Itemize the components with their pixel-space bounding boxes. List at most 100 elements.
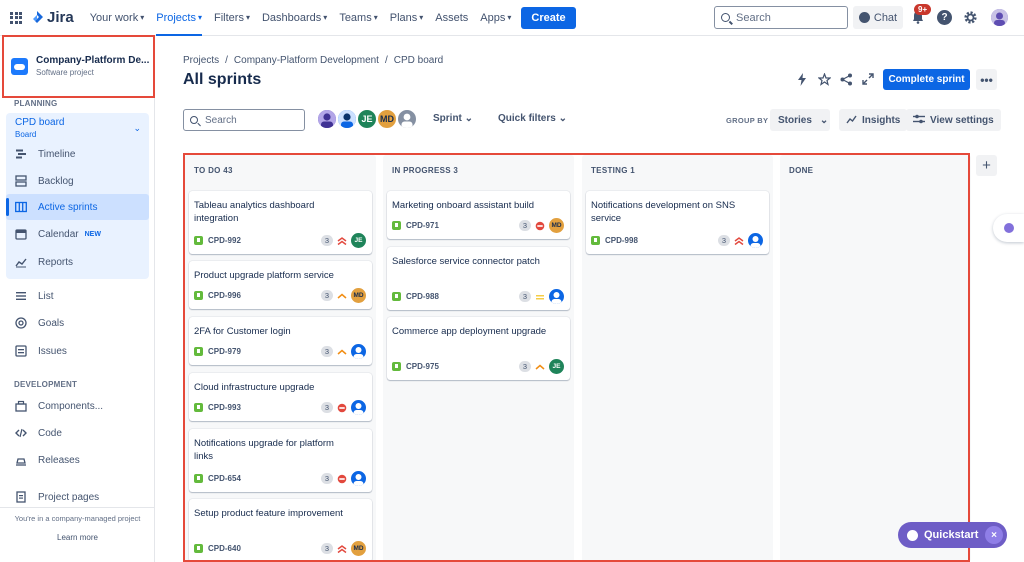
assignee-avatar[interactable]: MD bbox=[549, 218, 564, 233]
expand-icon[interactable] bbox=[861, 72, 875, 86]
insights-button[interactable]: Insights bbox=[839, 109, 908, 131]
chevron-down-icon[interactable]: ⌄ bbox=[133, 123, 141, 134]
board-search-input[interactable]: Search bbox=[183, 109, 305, 131]
issue-card[interactable]: Notifications upgrade for platform links… bbox=[189, 429, 372, 492]
issue-key[interactable]: CPD-654 bbox=[208, 474, 241, 483]
issue-key[interactable]: CPD-975 bbox=[406, 362, 439, 371]
assignee-avatar-icon[interactable] bbox=[748, 233, 763, 248]
assignee-avatar[interactable]: JE bbox=[351, 233, 366, 248]
issue-title: Tableau analytics dashboard integration bbox=[194, 200, 315, 224]
nav-teams[interactable]: Teams ▾ bbox=[339, 0, 377, 36]
sidebar-item-reports[interactable]: Reports bbox=[6, 249, 149, 275]
planning-section-label: PLANNING bbox=[14, 99, 58, 108]
assignee-avatar[interactable]: MD bbox=[351, 541, 366, 556]
page-title: All sprints bbox=[183, 71, 262, 88]
issue-card[interactable]: Salesforce service connector patch CPD-9… bbox=[387, 247, 570, 310]
issue-card[interactable]: 2FA for Customer login CPD-979 3 bbox=[189, 317, 372, 365]
chevron-down-icon: ⌄ bbox=[558, 113, 567, 124]
lightning-icon[interactable] bbox=[795, 72, 809, 86]
create-button[interactable]: Create bbox=[521, 6, 576, 29]
sidebar-item-goals[interactable]: Goals bbox=[6, 310, 149, 336]
insights-label: Insights bbox=[862, 114, 901, 126]
group-by-dropdown[interactable]: Stories ⌄ bbox=[770, 109, 830, 131]
sidebar-item-calendar[interactable]: Calendar NEW bbox=[6, 221, 149, 247]
sidebar-item-code[interactable]: Code bbox=[6, 420, 149, 446]
assignee-avatar-icon[interactable] bbox=[351, 344, 366, 359]
app-switcher-icon[interactable] bbox=[10, 11, 22, 24]
assignee-avatar[interactable]: MD bbox=[351, 288, 366, 303]
issue-key[interactable]: CPD-998 bbox=[605, 236, 638, 245]
issue-key[interactable]: CPD-640 bbox=[208, 544, 241, 553]
jira-logo[interactable]: Jira bbox=[30, 9, 74, 26]
issue-key[interactable]: CPD-979 bbox=[208, 347, 241, 356]
nav-apps[interactable]: Apps ▾ bbox=[480, 0, 511, 36]
jira-logo-icon bbox=[33, 10, 43, 23]
gear-icon[interactable] bbox=[963, 10, 978, 25]
assignee-avatar[interactable]: JE bbox=[549, 359, 564, 374]
quickstart-button[interactable]: Quickstart × bbox=[898, 522, 1007, 548]
issue-key[interactable]: CPD-996 bbox=[208, 291, 241, 300]
add-column-button[interactable]: + bbox=[976, 155, 997, 176]
sidebar-item-backlog[interactable]: Backlog bbox=[6, 168, 149, 194]
issue-meta: 3 MD bbox=[320, 541, 366, 556]
assignee-avatar-icon[interactable] bbox=[351, 471, 366, 486]
nav-your-work[interactable]: Your work ▾ bbox=[90, 0, 145, 36]
story-points: 3 bbox=[518, 291, 531, 302]
sprint-dropdown[interactable]: Sprint ⌄ bbox=[433, 113, 473, 124]
breadcrumb-projects[interactable]: Projects bbox=[183, 55, 219, 66]
issue-card[interactable]: Marketing onboard assistant build CPD-97… bbox=[387, 191, 570, 239]
assignee-avatar-je[interactable]: JE bbox=[356, 108, 378, 130]
help-icon[interactable]: ? bbox=[937, 10, 952, 25]
board-column-done: DONE bbox=[780, 155, 971, 562]
issue-card[interactable]: Setup product feature improvement CPD-64… bbox=[189, 499, 372, 562]
board-switcher[interactable]: CPD board Board bbox=[15, 117, 64, 139]
assignee-avatar-md[interactable]: MD bbox=[376, 108, 398, 130]
share-icon[interactable] bbox=[839, 72, 853, 86]
assignee-avatar[interactable] bbox=[316, 108, 338, 130]
issue-key[interactable]: CPD-971 bbox=[406, 221, 439, 230]
issue-key[interactable]: CPD-992 bbox=[208, 236, 241, 245]
close-icon[interactable]: × bbox=[985, 526, 1003, 544]
issue-card[interactable]: Cloud infrastructure upgrade CPD-993 3 bbox=[189, 373, 372, 421]
breadcrumb-project[interactable]: Company-Platform Development bbox=[234, 55, 379, 66]
sidebar-item-issues[interactable]: Issues bbox=[6, 338, 149, 364]
profile-avatar[interactable] bbox=[991, 9, 1008, 26]
sidebar-item-active-sprints[interactable]: Active sprints bbox=[6, 194, 149, 220]
complete-sprint-button[interactable]: Complete sprint bbox=[883, 69, 970, 90]
unassigned-avatar[interactable] bbox=[396, 108, 418, 130]
more-actions-button[interactable]: ••• bbox=[976, 69, 997, 90]
chevron-down-icon: ▾ bbox=[323, 13, 328, 22]
nav-dashboards[interactable]: Dashboards ▾ bbox=[262, 0, 327, 36]
priority-medium-icon bbox=[536, 294, 544, 299]
timeline-icon bbox=[14, 148, 27, 161]
issue-card[interactable]: Tableau analytics dashboard integration … bbox=[189, 191, 372, 254]
breadcrumb-board[interactable]: CPD board bbox=[394, 55, 443, 66]
nav-assets[interactable]: Assets bbox=[435, 0, 468, 36]
nav-plans[interactable]: Plans ▾ bbox=[390, 0, 424, 36]
issue-key[interactable]: CPD-993 bbox=[208, 403, 241, 412]
quick-filters-dropdown[interactable]: Quick filters ⌄ bbox=[498, 113, 567, 124]
project-cloud-icon bbox=[11, 57, 28, 75]
nav-projects[interactable]: Projects ▾ bbox=[156, 0, 202, 36]
issue-card[interactable]: Notifications development on SNS service… bbox=[586, 191, 769, 254]
sidebar-item-components[interactable]: Components... bbox=[6, 393, 149, 419]
assignee-avatar-icon[interactable] bbox=[351, 400, 366, 415]
chat-button[interactable]: Chat bbox=[853, 6, 903, 29]
star-icon[interactable] bbox=[817, 72, 831, 86]
sidebar-item-list[interactable]: List bbox=[6, 283, 149, 309]
issue-key[interactable]: CPD-988 bbox=[406, 292, 439, 301]
issue-card[interactable]: Commerce app deployment upgrade CPD-975 … bbox=[387, 317, 570, 380]
sidebar-item-releases[interactable]: Releases bbox=[6, 447, 149, 473]
learn-more-link[interactable]: Learn more bbox=[0, 533, 155, 542]
global-search-input[interactable]: Search bbox=[714, 6, 848, 29]
sidebar-item-timeline[interactable]: Timeline bbox=[6, 141, 149, 167]
assignee-avatar[interactable] bbox=[336, 108, 358, 130]
assignee-avatar-icon[interactable] bbox=[549, 289, 564, 304]
ai-assistant-button[interactable] bbox=[993, 214, 1024, 242]
issue-footer: CPD-971 3 MD bbox=[392, 218, 564, 233]
view-settings-button[interactable]: View settings bbox=[906, 109, 1001, 131]
nav-filters[interactable]: Filters ▾ bbox=[214, 0, 250, 36]
project-header[interactable]: Company-Platform De... Software project bbox=[0, 37, 155, 95]
issue-card[interactable]: Product upgrade platform service CPD-996… bbox=[189, 261, 372, 309]
chevron-down-icon: ▾ bbox=[373, 13, 378, 22]
